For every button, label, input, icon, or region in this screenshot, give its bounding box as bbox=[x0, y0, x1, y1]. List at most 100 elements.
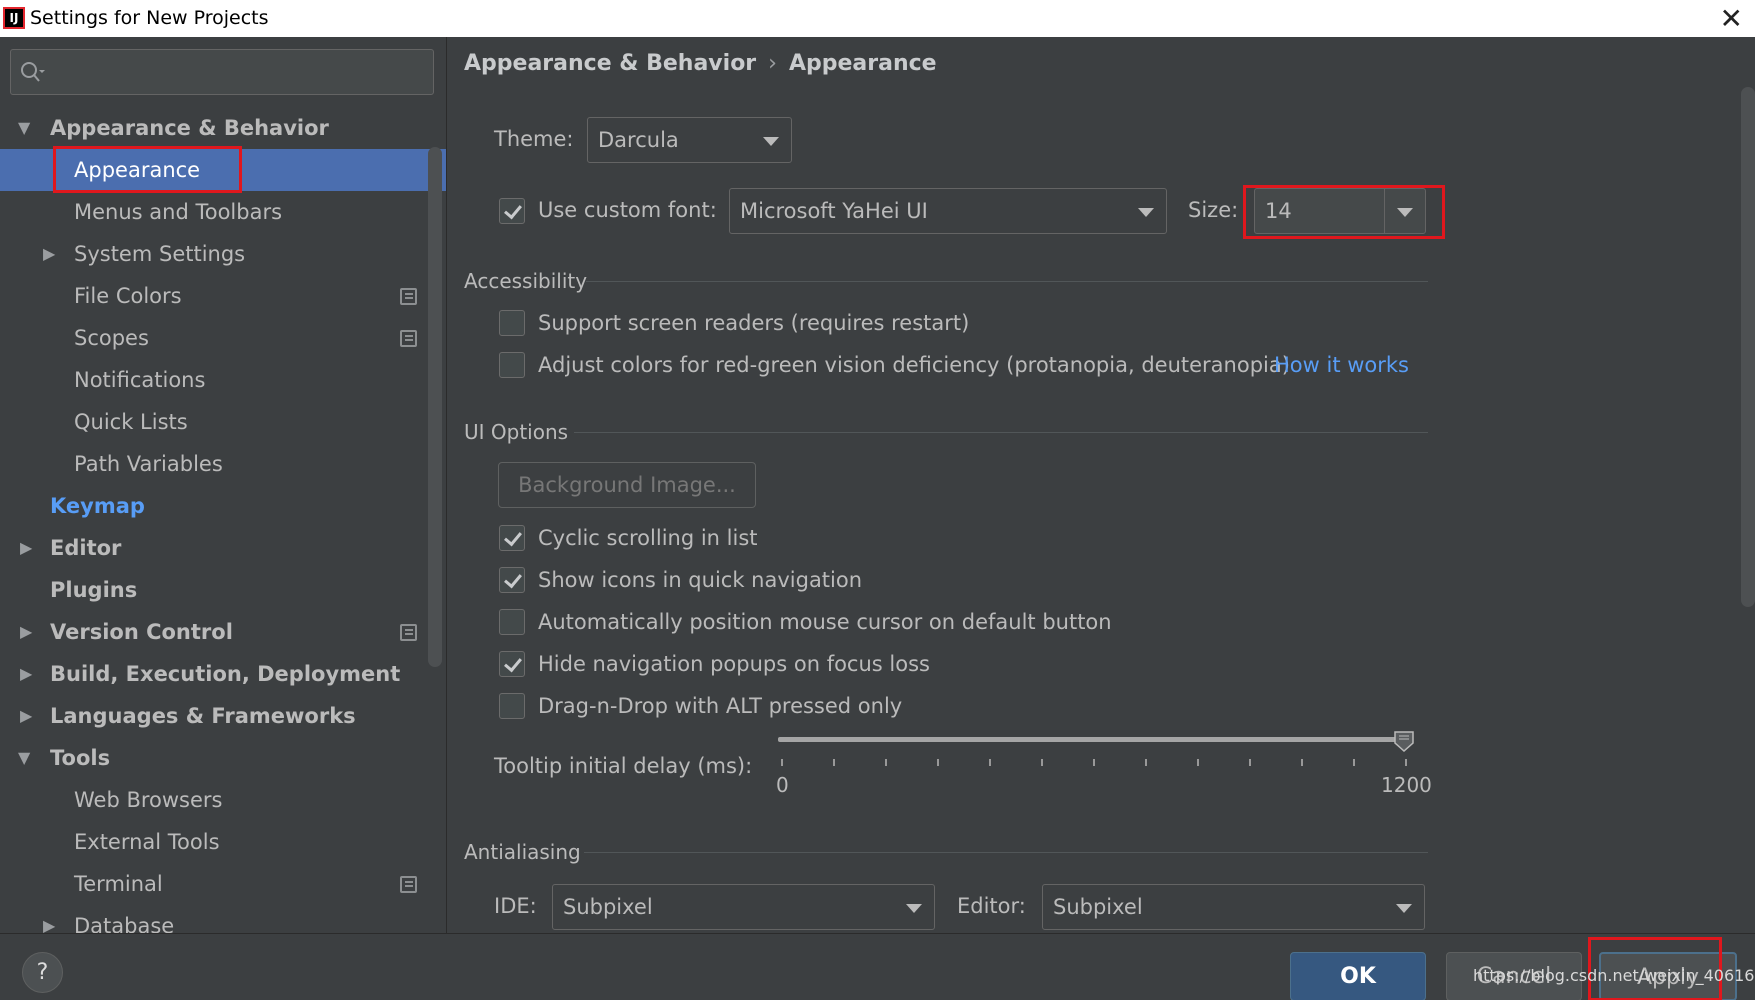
tree-item-path-variables[interactable]: Path Variables bbox=[0, 443, 446, 485]
settings-tree: ▼ Appearance & Behavior Appearance Menus… bbox=[0, 107, 446, 933]
drag-n-drop-checkbox[interactable] bbox=[499, 693, 525, 719]
tree-item-label: Build, Execution, Deployment bbox=[50, 662, 401, 686]
chevron-down-icon bbox=[763, 137, 779, 146]
collapse-arrow-icon[interactable]: ▶ bbox=[20, 611, 32, 653]
tree-item-label: Menus and Toolbars bbox=[74, 200, 283, 224]
section-divider bbox=[584, 852, 1428, 853]
theme-dropdown[interactable]: Darcula bbox=[587, 117, 792, 163]
tree-item-keymap[interactable]: Keymap bbox=[0, 485, 446, 527]
hide-nav-popups-label: Hide navigation popups on focus loss bbox=[538, 652, 930, 676]
content-scrollbar[interactable] bbox=[1741, 87, 1755, 607]
collapse-arrow-icon[interactable]: ▶ bbox=[20, 653, 32, 695]
tree-item-database[interactable]: ▶ Database bbox=[0, 905, 446, 933]
tree-item-file-colors[interactable]: File Colors bbox=[0, 275, 446, 317]
theme-label: Theme: bbox=[494, 127, 574, 151]
tree-item-label: Languages & Frameworks bbox=[50, 704, 356, 728]
title-bar: IJ Settings for New Projects ✕ bbox=[0, 0, 1755, 37]
collapse-arrow-icon[interactable]: ▶ bbox=[43, 233, 55, 275]
custom-font-label: Use custom font: bbox=[538, 198, 717, 222]
collapse-arrow-icon[interactable]: ▶ bbox=[20, 695, 32, 737]
ide-aa-dropdown[interactable]: Subpixel bbox=[552, 884, 935, 930]
tree-item-version-control[interactable]: ▶ Version Control bbox=[0, 611, 446, 653]
cyclic-scrolling-checkbox[interactable] bbox=[499, 525, 525, 551]
chevron-down-icon bbox=[1396, 904, 1412, 913]
tree-item-label: External Tools bbox=[74, 830, 220, 854]
how-it-works-link[interactable]: How it works bbox=[1274, 353, 1409, 377]
tree-item-system-settings[interactable]: ▶ System Settings bbox=[0, 233, 446, 275]
tree-item-terminal[interactable]: Terminal bbox=[0, 863, 446, 905]
search-input[interactable] bbox=[53, 56, 423, 88]
auto-position-cursor-label: Automatically position mouse cursor on d… bbox=[538, 610, 1112, 634]
slider-tick bbox=[781, 759, 783, 766]
tree-item-label: Tools bbox=[50, 746, 111, 770]
tree-item-label: Keymap bbox=[50, 494, 145, 518]
window-title: Settings for New Projects bbox=[30, 7, 269, 29]
tree-item-label: Notifications bbox=[74, 368, 206, 392]
project-settings-icon bbox=[400, 288, 417, 305]
tree-item-menus-toolbars[interactable]: Menus and Toolbars bbox=[0, 191, 446, 233]
expand-arrow-icon[interactable]: ▼ bbox=[18, 107, 30, 149]
slider-max-label: 1200 bbox=[1381, 773, 1432, 797]
close-icon[interactable]: ✕ bbox=[1720, 2, 1743, 35]
tooltip-delay-slider-track[interactable] bbox=[778, 737, 1404, 742]
tree-item-label: Path Variables bbox=[74, 452, 223, 476]
slider-tick bbox=[1353, 759, 1355, 766]
tooltip-delay-label: Tooltip initial delay (ms): bbox=[494, 754, 753, 778]
tree-item-scopes[interactable]: Scopes bbox=[0, 317, 446, 359]
font-value: Microsoft YaHei UI bbox=[740, 199, 928, 223]
collapse-arrow-icon[interactable]: ▶ bbox=[43, 905, 55, 933]
settings-content: Appearance & Behavior › Appearance Theme: … bbox=[448, 37, 1755, 933]
breadcrumb-current: Appearance bbox=[788, 51, 937, 76]
tree-item-web-browsers[interactable]: Web Browsers bbox=[0, 779, 446, 821]
search-icon bbox=[21, 62, 45, 82]
ui-options-section-title: UI Options bbox=[464, 420, 569, 444]
tree-item-quick-lists[interactable]: Quick Lists bbox=[0, 401, 446, 443]
watermark-text: https://blog.csdn.net/weixin_40616738 bbox=[1473, 966, 1755, 985]
background-image-button[interactable]: Background Image... bbox=[498, 462, 756, 508]
slider-tick bbox=[885, 759, 887, 766]
tree-item-external-tools[interactable]: External Tools bbox=[0, 821, 446, 863]
sidebar-scrollbar[interactable] bbox=[428, 147, 442, 667]
project-settings-icon bbox=[400, 330, 417, 347]
expand-arrow-icon[interactable]: ▼ bbox=[18, 737, 30, 779]
slider-thumb-icon[interactable] bbox=[1393, 730, 1415, 752]
ide-aa-label: IDE: bbox=[494, 894, 537, 918]
tree-item-notifications[interactable]: Notifications bbox=[0, 359, 446, 401]
breadcrumb-parent[interactable]: Appearance & Behavior bbox=[464, 51, 756, 76]
drag-n-drop-label: Drag-n-Drop with ALT pressed only bbox=[538, 694, 903, 718]
tree-item-label: Version Control bbox=[50, 620, 233, 644]
editor-aa-dropdown[interactable]: Subpixel bbox=[1042, 884, 1425, 930]
slider-tick bbox=[1093, 759, 1095, 766]
slider-tick bbox=[833, 759, 835, 766]
section-divider bbox=[586, 281, 1428, 282]
theme-value: Darcula bbox=[598, 128, 679, 152]
ide-aa-value: Subpixel bbox=[563, 895, 653, 919]
hide-nav-popups-checkbox[interactable] bbox=[499, 651, 525, 677]
search-box[interactable] bbox=[10, 49, 434, 95]
collapse-arrow-icon[interactable]: ▶ bbox=[20, 527, 32, 569]
tree-item-languages-frameworks[interactable]: ▶ Languages & Frameworks bbox=[0, 695, 446, 737]
tree-item-editor[interactable]: ▶ Editor bbox=[0, 527, 446, 569]
show-icons-checkbox[interactable] bbox=[499, 567, 525, 593]
tree-item-label: Scopes bbox=[74, 326, 149, 350]
custom-font-checkbox[interactable] bbox=[499, 198, 525, 224]
tree-item-build-execution-deployment[interactable]: ▶ Build, Execution, Deployment bbox=[0, 653, 446, 695]
tree-item-appearance-behavior[interactable]: ▼ Appearance & Behavior bbox=[0, 107, 446, 149]
help-button[interactable]: ? bbox=[22, 952, 63, 993]
intellij-logo-icon: IJ bbox=[3, 7, 25, 29]
font-dropdown[interactable]: Microsoft YaHei UI bbox=[729, 188, 1167, 234]
project-settings-icon bbox=[400, 876, 417, 893]
tree-item-tools[interactable]: ▼ Tools bbox=[0, 737, 446, 779]
section-divider bbox=[574, 432, 1428, 433]
slider-min-label: 0 bbox=[776, 773, 789, 797]
screen-readers-checkbox[interactable] bbox=[499, 310, 525, 336]
breadcrumb-separator: › bbox=[768, 51, 777, 76]
tree-item-plugins[interactable]: Plugins bbox=[0, 569, 446, 611]
auto-position-cursor-checkbox[interactable] bbox=[499, 609, 525, 635]
ok-button[interactable]: OK bbox=[1290, 952, 1426, 1000]
red-green-checkbox[interactable] bbox=[499, 352, 525, 378]
breadcrumb: Appearance & Behavior › Appearance bbox=[464, 51, 937, 76]
slider-tick bbox=[937, 759, 939, 766]
settings-sidebar: ▼ Appearance & Behavior Appearance Menus… bbox=[0, 37, 447, 933]
slider-tick bbox=[1405, 759, 1407, 766]
